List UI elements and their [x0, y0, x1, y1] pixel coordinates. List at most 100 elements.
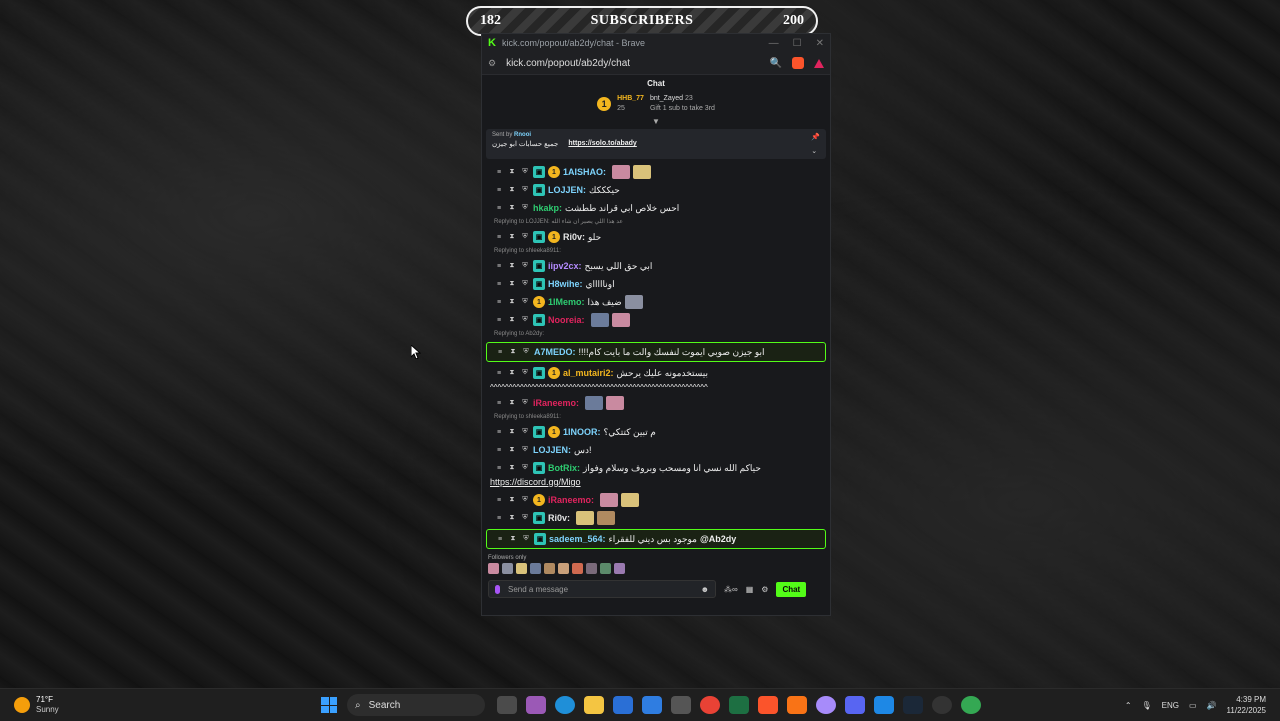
copilot-icon[interactable]	[526, 696, 546, 714]
shield-icon[interactable]: ⛨	[520, 204, 530, 212]
chat-message[interactable]: ≡ ⧗ ⛨ ▣ H8wihe: اوناااااي	[486, 275, 826, 293]
timeout-icon[interactable]: ⧗	[507, 186, 517, 194]
shield-icon[interactable]: ⛨	[520, 316, 530, 324]
timeout-icon[interactable]: ⧗	[508, 348, 518, 356]
message-menu-icon[interactable]: ≡	[494, 497, 504, 504]
emote-quickbar[interactable]	[482, 563, 830, 574]
message-username[interactable]: Ri0v:	[563, 232, 585, 242]
timeout-icon[interactable]: ⧗	[507, 514, 517, 522]
message-menu-icon[interactable]: ≡	[495, 536, 505, 543]
maximize-icon[interactable]: ☐	[793, 38, 802, 49]
send-chat-button[interactable]: Chat	[776, 581, 807, 597]
emote-icon[interactable]	[516, 563, 527, 574]
emote-icon[interactable]	[597, 511, 616, 525]
app-circle-icon[interactable]	[816, 696, 836, 714]
leader-second-name[interactable]: bnt_Zayed	[650, 95, 683, 102]
chat-message[interactable]: ≡ ⧗ ⛨ ▣ 1 al_mutairi2: بيستخدمونه عليك يرحش	[486, 364, 826, 382]
chat-message[interactable]: ≡ ⧗ ⛨ ▣ 1 1AISHAO:	[486, 163, 826, 181]
chat-message-input[interactable]: Send a message ☻	[488, 580, 716, 598]
message-username[interactable]: 1AISHAO:	[563, 167, 606, 177]
tray-chevron-icon[interactable]: ⌃	[1125, 701, 1132, 710]
emote-icon[interactable]	[600, 563, 611, 574]
timeout-icon[interactable]: ⧗	[508, 535, 518, 543]
shield-icon[interactable]: ⛨	[520, 369, 530, 377]
language-indicator[interactable]: ENG	[1162, 701, 1179, 710]
timeout-icon[interactable]: ⧗	[507, 280, 517, 288]
message-username[interactable]: iRaneemo:	[533, 398, 579, 408]
address-bar[interactable]: ⚙ kick.com/popout/ab2dy/chat 🔍	[482, 52, 830, 75]
brave-shields-icon[interactable]	[792, 57, 804, 69]
tray-mic-icon[interactable]: 🎙	[1142, 701, 1152, 710]
emote-icon[interactable]	[621, 493, 640, 507]
emote-icon[interactable]	[502, 563, 513, 574]
pin-expand-icon[interactable]: ⌄	[811, 147, 820, 155]
chat-message[interactable]: ≡ ⧗ ⛨ ▣ Ri0v:	[486, 509, 826, 527]
file-explorer-icon[interactable]	[584, 696, 604, 714]
message-mention[interactable]: @Ab2dy	[700, 534, 736, 544]
chat-message-list[interactable]: ≡ ⧗ ⛨ ▣ 1 1AISHAO: ≡ ⧗ ⛨ ▣ LOJJEN: حيكككك ≡ ⧗ ⛨ hkakp: ا…	[482, 163, 830, 549]
settings-gear-icon[interactable]: ⚙	[761, 585, 768, 594]
timeout-icon[interactable]: ⧗	[507, 369, 517, 377]
emote-icon[interactable]	[530, 563, 541, 574]
brave-rewards-icon[interactable]	[814, 58, 824, 68]
message-username[interactable]: BotRix:	[548, 463, 580, 473]
message-menu-icon[interactable]: ≡	[494, 400, 504, 407]
emote-icon[interactable]	[585, 396, 604, 410]
message-username[interactable]: 1INOOR:	[563, 427, 601, 437]
timeout-icon[interactable]: ⧗	[507, 204, 517, 212]
message-username[interactable]: hkakp:	[533, 203, 562, 213]
excel-icon[interactable]	[729, 696, 749, 714]
emote-icon[interactable]	[624, 295, 643, 309]
vlc-icon[interactable]	[787, 696, 807, 714]
emote-icon[interactable]	[586, 563, 597, 574]
chat-message[interactable]: ≡ ⧗ ⛨ A7MEDO: !!!!ابو جيزن صوبي ايموت لنفسك …	[486, 342, 826, 362]
timeout-icon[interactable]: ⧗	[507, 233, 517, 241]
message-menu-icon[interactable]: ≡	[494, 187, 504, 194]
message-menu-icon[interactable]: ≡	[494, 263, 504, 270]
edge-icon[interactable]	[555, 696, 575, 714]
timeout-icon[interactable]: ⧗	[507, 446, 517, 454]
discord-icon[interactable]	[845, 696, 865, 714]
pin-icon[interactable]: 📌	[811, 133, 820, 141]
shield-icon[interactable]: ⛨	[520, 186, 530, 194]
chrome-icon[interactable]	[700, 696, 720, 714]
url-text[interactable]: kick.com/popout/ab2dy/chat	[506, 58, 630, 69]
emote-icon[interactable]	[488, 563, 499, 574]
timeout-icon[interactable]: ⧗	[507, 399, 517, 407]
store-icon[interactable]	[613, 696, 633, 714]
reply-context[interactable]: Replying to shleeka8911:	[486, 246, 826, 257]
message-username[interactable]: al_mutairi2:	[563, 368, 614, 378]
reply-context[interactable]: Replying to Ab2dy:	[486, 329, 826, 340]
timeout-icon[interactable]: ⧗	[507, 316, 517, 324]
zoom-icon[interactable]: 🔍	[770, 58, 782, 69]
message-menu-icon[interactable]: ≡	[494, 299, 504, 306]
message-username[interactable]: LOJJEN:	[548, 185, 586, 195]
timeout-icon[interactable]: ⧗	[507, 168, 517, 176]
message-username[interactable]: LOJJEN:	[533, 445, 571, 455]
emote-icon[interactable]	[614, 563, 625, 574]
minimize-icon[interactable]: —	[769, 38, 779, 49]
message-menu-icon[interactable]: ≡	[494, 281, 504, 288]
emote-icon[interactable]	[558, 563, 569, 574]
app-cube-icon[interactable]	[671, 696, 691, 714]
chat-message[interactable]: ≡ ⧗ ⛨ ▣ LOJJEN: حيكككك	[486, 181, 826, 199]
message-menu-icon[interactable]: ≡	[494, 370, 504, 377]
emote-icon[interactable]	[572, 563, 583, 574]
chat-message[interactable]: ≡ ⧗ ⛨ ▣ 1 1INOOR: م تبين كتتكي؟	[486, 423, 826, 441]
chat-message[interactable]: ≡ ⧗ ⛨ LOJJEN: دس!	[486, 441, 826, 459]
obs-icon[interactable]	[932, 696, 952, 714]
emote-icon[interactable]	[600, 493, 619, 507]
close-icon[interactable]: ✕	[816, 38, 824, 49]
emoji-picker-icon[interactable]: ☻	[701, 585, 709, 594]
shield-icon[interactable]: ⛨	[520, 496, 530, 504]
emote-icon[interactable]	[576, 511, 595, 525]
task-view-icon[interactable]	[497, 696, 517, 714]
pin-link[interactable]: https://solo.to/abady	[568, 140, 636, 148]
timeout-icon[interactable]: ⧗	[507, 464, 517, 472]
chat-message[interactable]: ≡ ⧗ ⛨ ▣ 1 Ri0v: حلو	[486, 228, 826, 246]
shield-icon[interactable]: ⛨	[520, 168, 530, 176]
chat-message[interactable]: ≡ ⧗ ⛨ ▣ sadeem_564: موجود بس ديني للفقراء @Ab2…	[486, 529, 826, 549]
timeout-icon[interactable]: ⧗	[507, 262, 517, 270]
message-link[interactable]: https://discord.gg/Migo	[486, 477, 826, 491]
brave-icon[interactable]	[758, 696, 778, 714]
